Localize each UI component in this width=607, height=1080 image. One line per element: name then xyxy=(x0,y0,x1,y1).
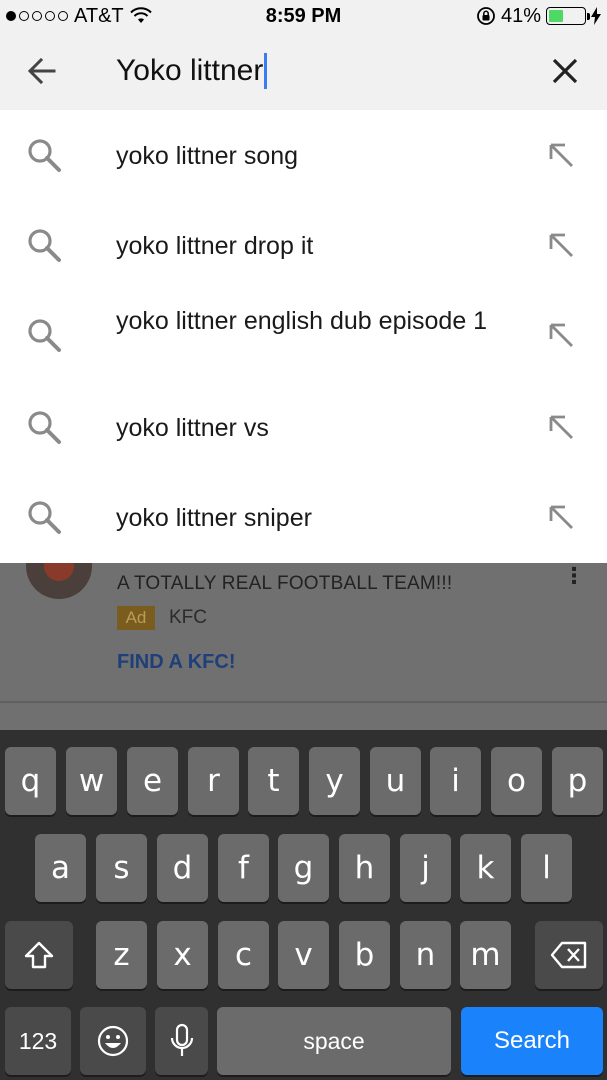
suggestion-item[interactable]: yoko littner vs xyxy=(0,382,607,472)
status-right: 41% xyxy=(476,5,601,27)
arrow-up-left-icon[interactable] xyxy=(547,231,577,261)
suggestion-text: yoko littner sniper xyxy=(116,504,312,532)
text-caret xyxy=(264,53,268,89)
key-j[interactable]: j xyxy=(400,834,451,902)
key-x[interactable]: x xyxy=(157,921,208,989)
key-f[interactable]: f xyxy=(218,834,269,902)
battery-icon xyxy=(546,7,590,25)
key-l[interactable]: l xyxy=(521,834,572,902)
search-icon xyxy=(28,319,61,352)
emoji-icon xyxy=(97,1025,129,1057)
key-c[interactable]: c xyxy=(218,921,269,989)
key-i[interactable]: i xyxy=(430,747,481,815)
suggestion-list: yoko littner song yoko littner drop it y… xyxy=(0,110,607,563)
space-key[interactable]: space xyxy=(217,1007,451,1075)
advertiser-name: KFC xyxy=(169,607,207,628)
arrow-up-left-icon[interactable] xyxy=(547,413,577,443)
shift-icon xyxy=(24,941,54,969)
back-button[interactable] xyxy=(22,51,62,91)
rotation-lock-icon xyxy=(477,7,495,25)
divider xyxy=(0,701,607,703)
search-icon xyxy=(28,229,61,262)
close-icon xyxy=(552,58,578,84)
key-e[interactable]: e xyxy=(127,747,178,815)
key-d[interactable]: d xyxy=(157,834,208,902)
key-o[interactable]: o xyxy=(491,747,542,815)
battery-fill xyxy=(549,10,563,22)
clear-search-button[interactable] xyxy=(545,51,585,91)
microphone-icon xyxy=(170,1023,193,1056)
arrow-left-icon xyxy=(27,57,56,85)
key-r[interactable]: r xyxy=(188,747,239,815)
search-input[interactable]: Yoko littner xyxy=(116,51,268,91)
key-w[interactable]: w xyxy=(66,747,117,815)
key-h[interactable]: h xyxy=(339,834,390,902)
suggestion-text: yoko littner song xyxy=(116,142,299,170)
battery-percent: 41% xyxy=(500,4,541,27)
search-key[interactable]: Search xyxy=(461,1007,603,1075)
search-header: Yoko littner xyxy=(0,33,607,110)
key-a[interactable]: a xyxy=(35,834,86,902)
arrow-up-left-icon[interactable] xyxy=(547,503,577,533)
suggestion-text: yoko littner drop it xyxy=(116,232,314,260)
search-query: Yoko littner xyxy=(116,54,264,87)
key-g[interactable]: g xyxy=(278,834,329,902)
key-y[interactable]: y xyxy=(309,747,360,815)
search-icon xyxy=(28,411,61,444)
suggestion-item[interactable]: yoko littner english dub episode 1 xyxy=(0,290,607,380)
key-s[interactable]: s xyxy=(96,834,147,902)
key-m[interactable]: m xyxy=(460,921,511,989)
backspace-key[interactable] xyxy=(535,921,603,989)
key-t[interactable]: t xyxy=(248,747,299,815)
key-q[interactable]: q xyxy=(5,747,56,815)
microphone-key[interactable] xyxy=(155,1007,208,1075)
key-p[interactable]: p xyxy=(552,747,603,815)
ad-cta-link: FIND A KFC! xyxy=(117,651,236,673)
key-n[interactable]: n xyxy=(400,921,451,989)
suggestion-item[interactable]: yoko littner sniper xyxy=(0,472,607,562)
arrow-up-left-icon[interactable] xyxy=(547,321,577,351)
backspace-icon xyxy=(550,941,587,969)
suggestion-item[interactable]: yoko littner drop it xyxy=(0,200,607,290)
key-k[interactable]: k xyxy=(460,834,511,902)
search-icon xyxy=(28,501,61,534)
key-u[interactable]: u xyxy=(370,747,421,815)
keyboard: q w e r t y u i o p a s d f g h j k l z … xyxy=(0,730,607,1080)
search-icon xyxy=(28,139,61,172)
key-v[interactable]: v xyxy=(278,921,329,989)
key-z[interactable]: z xyxy=(96,921,147,989)
key-b[interactable]: b xyxy=(339,921,390,989)
suggestion-item[interactable]: yoko littner song xyxy=(0,110,607,200)
ad-badge: Ad xyxy=(117,606,155,630)
background-ad-card: A TOTALLY REAL FOOTBALL TEAM!!! ⋮ Ad KFC… xyxy=(0,563,607,730)
emoji-key[interactable] xyxy=(80,1007,146,1075)
status-bar: AT&T 8:59 PM 41% xyxy=(0,0,607,33)
shift-key[interactable] xyxy=(5,921,73,989)
more-options-icon: ⋮ xyxy=(563,563,585,588)
charging-bolt-icon xyxy=(591,7,601,25)
arrow-up-left-icon[interactable] xyxy=(547,141,577,171)
numbers-key[interactable]: 123 xyxy=(5,1007,71,1075)
avatar xyxy=(26,563,92,599)
suggestion-text: yoko littner english dub episode 1 xyxy=(116,307,488,335)
suggestion-text: yoko littner vs xyxy=(116,414,269,442)
ad-title: A TOTALLY REAL FOOTBALL TEAM!!! xyxy=(117,573,453,594)
